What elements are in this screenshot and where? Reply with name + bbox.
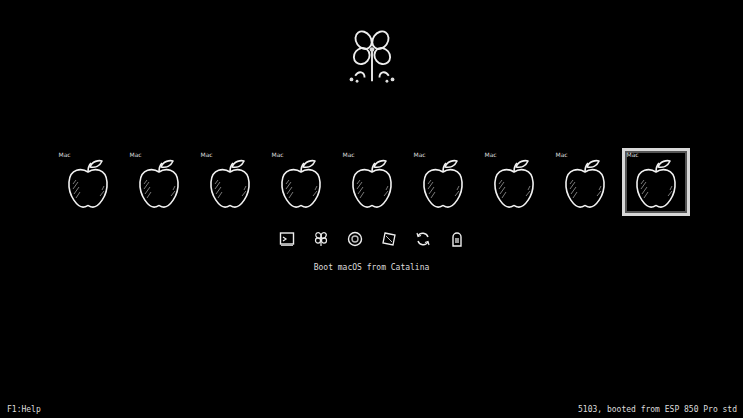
- clover-settings-icon: [313, 231, 329, 247]
- boot-entry[interactable]: Mac: [551, 148, 619, 216]
- boot-entry[interactable]: Mac: [480, 148, 548, 216]
- selection-label: Boot macOS from Catalina: [314, 262, 430, 273]
- entry-badge: Mac: [201, 151, 213, 158]
- boot-entry[interactable]: Mac: [196, 148, 264, 216]
- apple-icon: [277, 158, 325, 210]
- entry-badge: Mac: [627, 151, 639, 158]
- shutdown-icon: [449, 231, 465, 247]
- entry-badge: Mac: [485, 151, 497, 158]
- boot-entry[interactable]: Mac: [622, 148, 690, 216]
- boot-entry[interactable]: Mac: [125, 148, 193, 216]
- boot-entry[interactable]: Mac: [54, 148, 122, 216]
- tool-entry[interactable]: [346, 230, 364, 248]
- tool-entry[interactable]: [448, 230, 466, 248]
- apple-icon: [561, 158, 609, 210]
- apple-icon: [348, 158, 396, 210]
- apple-icon: [419, 158, 467, 210]
- boot-entry[interactable]: Mac: [409, 148, 477, 216]
- logo: [344, 26, 400, 88]
- entry-badge: Mac: [343, 151, 355, 158]
- entry-badge: Mac: [414, 151, 426, 158]
- tool-entry[interactable]: [278, 230, 296, 248]
- apple-icon: [64, 158, 112, 210]
- boot-status: 5103, booted from ESP 850 Pro std: [578, 404, 737, 415]
- entry-badge: Mac: [272, 151, 284, 158]
- reset-nvram-icon: [381, 231, 397, 247]
- tool-entry[interactable]: [414, 230, 432, 248]
- entry-badge: Mac: [59, 151, 71, 158]
- reload-icon: [415, 231, 431, 247]
- apple-icon: [206, 158, 254, 210]
- help-hint: F1:Help: [7, 404, 41, 415]
- tool-entry[interactable]: [312, 230, 330, 248]
- tool-list: [278, 230, 466, 248]
- disk-icon: [347, 231, 363, 247]
- apple-icon: [490, 158, 538, 210]
- boot-entry[interactable]: Mac: [338, 148, 406, 216]
- clover-logo-icon: [344, 26, 400, 88]
- shell-icon: [279, 231, 295, 247]
- apple-icon: [632, 158, 680, 210]
- boot-entry-list: Mac Mac Mac Mac Mac Mac Mac Mac Mac: [54, 148, 690, 216]
- boot-picker: Mac Mac Mac Mac Mac Mac Mac Mac Mac Boot macOS fr…: [0, 0, 743, 418]
- status-bar: F1:Help 5103, booted from ESP 850 Pro std: [0, 404, 743, 418]
- tool-entry[interactable]: [380, 230, 398, 248]
- apple-icon: [135, 158, 183, 210]
- entry-badge: Mac: [556, 151, 568, 158]
- boot-entry[interactable]: Mac: [267, 148, 335, 216]
- entry-badge: Mac: [130, 151, 142, 158]
